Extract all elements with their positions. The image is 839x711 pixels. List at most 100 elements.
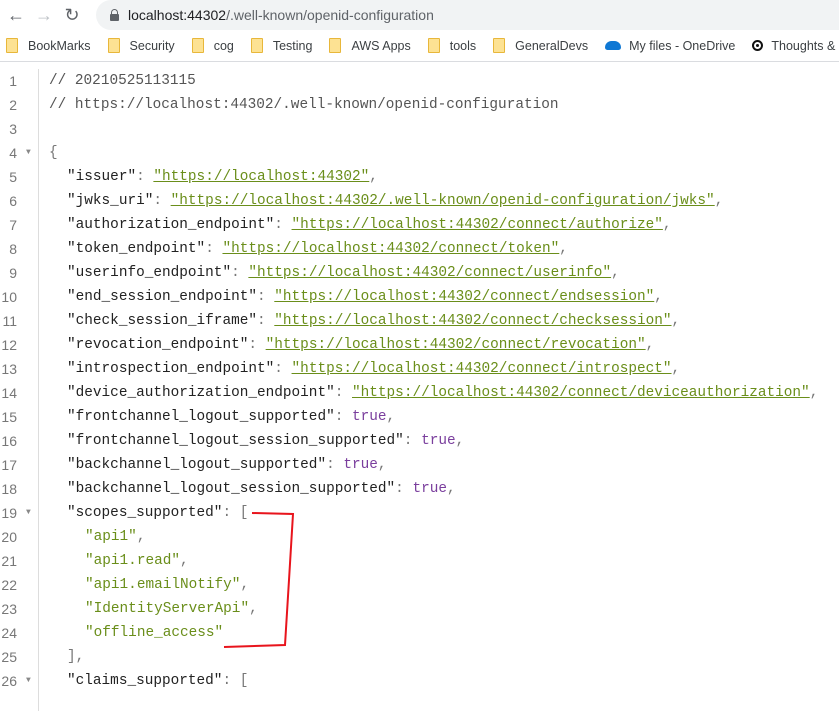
- comment: // https://localhost:44302/.well-known/o…: [49, 97, 559, 113]
- punctuation: ,: [136, 529, 146, 545]
- folder-icon: [329, 38, 342, 53]
- url-link[interactable]: "https://localhost:44302/connect/revocat…: [266, 337, 646, 353]
- code-text: "device_authorization_endpoint": "https:…: [67, 381, 818, 405]
- url-host: localhost:44302: [128, 7, 227, 23]
- url-link[interactable]: "https://localhost:44302/connect/endsess…: [274, 289, 654, 305]
- punctuation: ,: [714, 193, 724, 209]
- json-viewer: 1 // 20210525113115 2 // https://localhost:…: [0, 69, 839, 711]
- bookmark-item[interactable]: BookMarks: [6, 38, 91, 53]
- code-text: ],: [67, 645, 84, 669]
- line-number: 15: [1, 409, 17, 425]
- punctuation: ,: [654, 289, 663, 305]
- line-number: 6: [9, 193, 17, 209]
- fold-toggle-icon[interactable]: ▼: [26, 669, 31, 693]
- json-key: "token_endpoint": [67, 241, 206, 257]
- code-text: "backchannel_logout_session_supported": …: [67, 477, 456, 501]
- url-link[interactable]: "https://localhost:44302/connect/checkse…: [274, 313, 671, 329]
- line-number: 19: [1, 505, 17, 521]
- bookmark-item[interactable]: GeneralDevs: [493, 38, 588, 53]
- folder-icon: [427, 38, 440, 53]
- code-text: "IdentityServerApi",: [85, 597, 258, 621]
- json-key: "end_session_endpoint": [67, 289, 257, 305]
- json-string: "api1.read": [85, 553, 180, 569]
- url-link[interactable]: "https://localhost:44302/connect/introsp…: [292, 361, 672, 377]
- code-text: "end_session_endpoint": "https://localho…: [67, 285, 663, 309]
- bookmark-label: My files - OneDrive: [629, 38, 736, 53]
- code-text: "backchannel_logout_supported": true,: [67, 453, 387, 477]
- punctuation: ,: [377, 457, 387, 473]
- bookmark-item[interactable]: Security: [107, 38, 175, 53]
- punctuation: ,: [386, 409, 396, 425]
- url-link[interactable]: "https://localhost:44302": [153, 169, 369, 185]
- line-number: 22: [1, 577, 17, 593]
- code-text: "check_session_iframe": "https://localho…: [67, 309, 680, 333]
- punctuation: ,: [559, 241, 568, 257]
- code-text: "frontchannel_logout_supported": true,: [67, 405, 395, 429]
- punctuation: :: [395, 481, 413, 497]
- line-number: 11: [2, 313, 17, 329]
- json-key: "frontchannel_logout_session_supported": [67, 433, 404, 449]
- json-string: "offline_access": [85, 625, 224, 641]
- json-boolean: true: [421, 433, 456, 449]
- fold-toggle-icon[interactable]: ▼: [26, 501, 31, 525]
- line-number: 16: [1, 433, 17, 449]
- bookmark-item[interactable]: tools: [427, 38, 476, 53]
- punctuation: ,: [455, 433, 465, 449]
- folder-icon: [107, 38, 120, 53]
- bookmark-item[interactable]: AWS Apps: [329, 38, 411, 53]
- code-text: // 20210525113115: [49, 69, 196, 93]
- json-key: "check_session_iframe": [67, 313, 257, 329]
- url-link[interactable]: "https://localhost:44302/connect/devicea…: [352, 385, 810, 401]
- punctuation: ,: [662, 217, 672, 233]
- punctuation: :: [326, 457, 344, 473]
- reload-button[interactable]: ↻: [58, 5, 86, 26]
- onedrive-icon: [605, 41, 622, 50]
- fold-toggle-icon[interactable]: ▼: [26, 141, 31, 165]
- bookmark-item[interactable]: Testing: [250, 38, 313, 53]
- line-number: 25: [1, 649, 17, 665]
- line-number: 5: [9, 169, 17, 185]
- json-key: "scopes_supported": [67, 505, 223, 521]
- punctuation: :: [334, 409, 352, 425]
- json-key: "userinfo_endpoint": [67, 265, 232, 281]
- folder-icon: [6, 38, 18, 53]
- code-text: "token_endpoint": "https://localhost:443…: [67, 237, 568, 261]
- bookmark-label: cog: [213, 38, 234, 53]
- bookmark-item[interactable]: My files - OneDrive: [605, 39, 735, 53]
- punctuation: : [: [222, 673, 249, 689]
- code-text: "issuer": "https://localhost:44302",: [67, 165, 378, 189]
- punctuation: :: [205, 241, 223, 257]
- url-link[interactable]: "https://localhost:44302/connect/token": [222, 241, 559, 257]
- punctuation: :: [136, 169, 154, 185]
- punctuation: :: [231, 265, 249, 281]
- bookmark-item[interactable]: cog: [191, 38, 234, 53]
- url-link[interactable]: "https://localhost:44302/connect/userinf…: [248, 265, 611, 281]
- lock-icon: [110, 8, 119, 21]
- json-key: "backchannel_logout_supported": [67, 457, 327, 473]
- url-link[interactable]: "https://localhost:44302/connect/authori…: [292, 217, 663, 233]
- code-text: {: [49, 141, 58, 165]
- line-number: 13: [1, 361, 17, 377]
- code-text: "introspection_endpoint": "https://local…: [67, 357, 680, 381]
- line-number: 7: [9, 217, 17, 233]
- json-boolean: true: [352, 409, 387, 425]
- bookmark-label: Testing: [272, 38, 313, 53]
- punctuation: :: [257, 313, 275, 329]
- url-link[interactable]: "https://localhost:44302/.well-known/ope…: [171, 193, 715, 209]
- code-text: "api1",: [85, 525, 145, 549]
- code-text: "userinfo_endpoint": "https://localhost:…: [67, 261, 620, 285]
- address-bar[interactable]: localhost:44302/.well-known/openid-confi…: [96, 0, 839, 30]
- target-icon: [752, 40, 764, 51]
- back-button[interactable]: ←: [2, 5, 30, 26]
- bookmark-item[interactable]: Thoughts & Exp: [752, 39, 839, 53]
- punctuation: ,: [180, 553, 189, 569]
- punctuation: ],: [67, 649, 85, 665]
- line-number: 17: [1, 457, 17, 473]
- punctuation: ,: [671, 361, 681, 377]
- json-string: "IdentityServerApi": [85, 601, 250, 617]
- json-key: "frontchannel_logout_supported": [67, 409, 335, 425]
- line-number: 18: [1, 481, 17, 497]
- forward-button[interactable]: →: [30, 5, 58, 26]
- json-key: "device_authorization_endpoint": [67, 385, 335, 401]
- comment: // 20210525113115: [49, 73, 196, 89]
